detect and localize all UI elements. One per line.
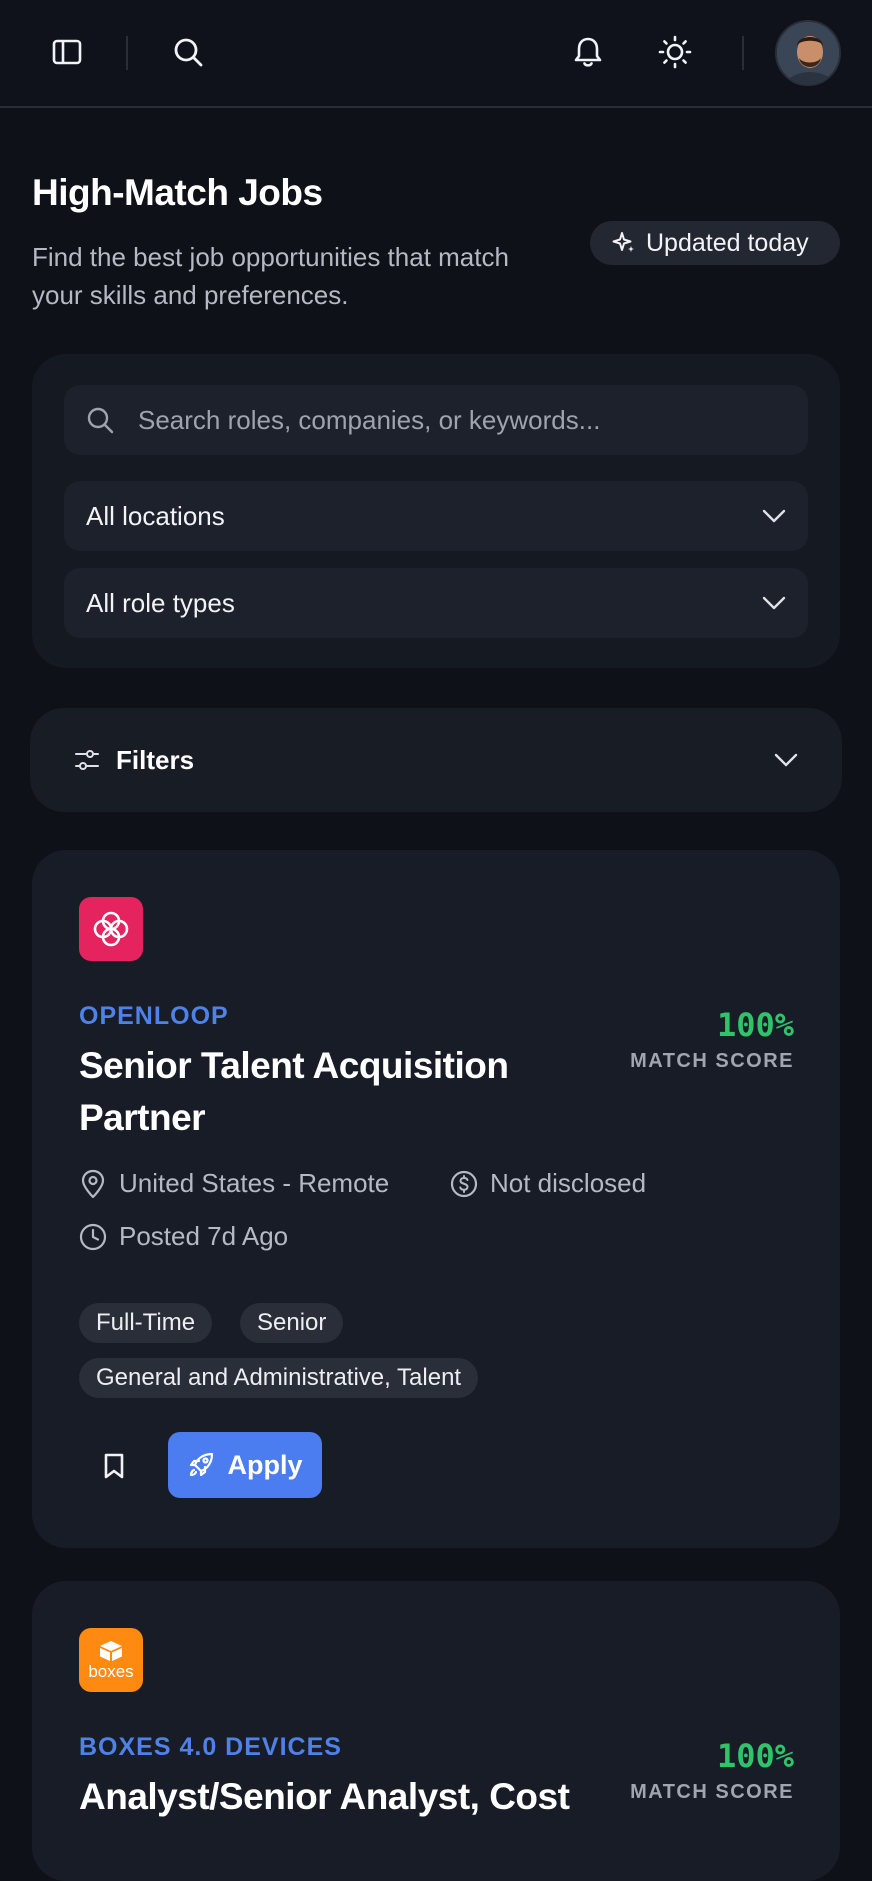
company-logo: boxes: [79, 1628, 143, 1692]
openloop-logo-icon: [93, 911, 129, 947]
sliders-icon: [75, 750, 99, 770]
job-card[interactable]: OPENLOOP Senior Talent Acquisition Partn…: [32, 850, 840, 1548]
search-icon: [174, 38, 203, 67]
role-type-select[interactable]: All role types: [64, 568, 808, 638]
search-panel: All locations All role types: [32, 354, 840, 668]
job-tag: General and Administrative, Talent: [79, 1358, 479, 1398]
filters-label: Filters: [116, 744, 195, 775]
bookmark-icon: [104, 1453, 124, 1479]
role-type-select-value: All role types: [86, 587, 235, 618]
map-pin-icon: [81, 1169, 105, 1198]
job-salary: Not disclosed: [450, 1168, 646, 1199]
location-select[interactable]: All locations: [64, 481, 808, 551]
search-button[interactable]: [162, 26, 214, 78]
page-title: High-Match Jobs: [32, 172, 323, 213]
top-bar: [0, 0, 872, 108]
notifications-button[interactable]: [562, 26, 614, 78]
job-card[interactable]: boxes BOXES 4.0 DEVICES Analyst/Senior A…: [32, 1581, 840, 1881]
chevron-down-icon: [762, 509, 786, 523]
clock-icon: [79, 1223, 107, 1250]
job-posted-text: Posted 7d Ago: [119, 1221, 289, 1251]
save-job-button[interactable]: [80, 1432, 148, 1500]
avatar-image: [777, 22, 839, 84]
sun-icon: [658, 35, 692, 69]
search-input[interactable]: [136, 403, 756, 437]
toolbar-divider: [126, 36, 128, 70]
match-score-value: 100%: [716, 1737, 794, 1775]
chevron-down-icon: [774, 753, 798, 767]
box-icon: [100, 1641, 122, 1661]
sidebar-toggle-icon: [52, 39, 82, 65]
search-field[interactable]: [64, 385, 808, 455]
job-tag: Senior: [240, 1303, 344, 1343]
job-title[interactable]: Senior Talent Acquisition Partner: [79, 1040, 549, 1144]
job-tag: Full-Time: [79, 1303, 213, 1343]
filters-toggle[interactable]: Filters: [30, 708, 842, 812]
company-logo: [79, 897, 143, 961]
job-title[interactable]: Analyst/Senior Analyst, Cost: [79, 1771, 599, 1823]
company-name: OPENLOOP: [79, 1002, 229, 1030]
match-score: 100% MATCH SCORE: [630, 1006, 794, 1073]
updated-label: Updated today: [646, 228, 809, 257]
match-score: 100% MATCH SCORE: [630, 1737, 794, 1804]
match-score-label: MATCH SCORE: [630, 1050, 794, 1072]
chevron-down-icon: [762, 596, 786, 610]
job-salary-text: Not disclosed: [490, 1168, 647, 1198]
match-score-label: MATCH SCORE: [630, 1781, 794, 1803]
company-name: BOXES 4.0 DEVICES: [79, 1733, 342, 1761]
rocket-icon: [190, 1452, 214, 1477]
apply-button[interactable]: Apply: [168, 1432, 322, 1498]
sidebar-toggle-button[interactable]: [41, 26, 93, 78]
theme-toggle-button[interactable]: [649, 26, 701, 78]
updated-badge: Updated today: [590, 221, 840, 265]
match-score-value: 100%: [716, 1006, 794, 1044]
job-location-text: United States - Remote: [119, 1168, 390, 1198]
dollar-circle-icon: [450, 1170, 478, 1197]
toolbar-divider: [742, 36, 744, 70]
company-logo-text: boxes: [88, 1662, 134, 1681]
location-select-value: All locations: [86, 500, 225, 531]
bell-icon: [574, 37, 602, 67]
search-icon: [87, 407, 114, 434]
page-subtitle: Find the best job opportunities that mat…: [32, 242, 509, 310]
sparkle-icon: [612, 232, 634, 252]
job-location: United States - Remote: [79, 1168, 389, 1199]
user-avatar[interactable]: [775, 20, 841, 86]
apply-label: Apply: [227, 1449, 303, 1480]
job-posted: Posted 7d Ago: [79, 1221, 288, 1252]
